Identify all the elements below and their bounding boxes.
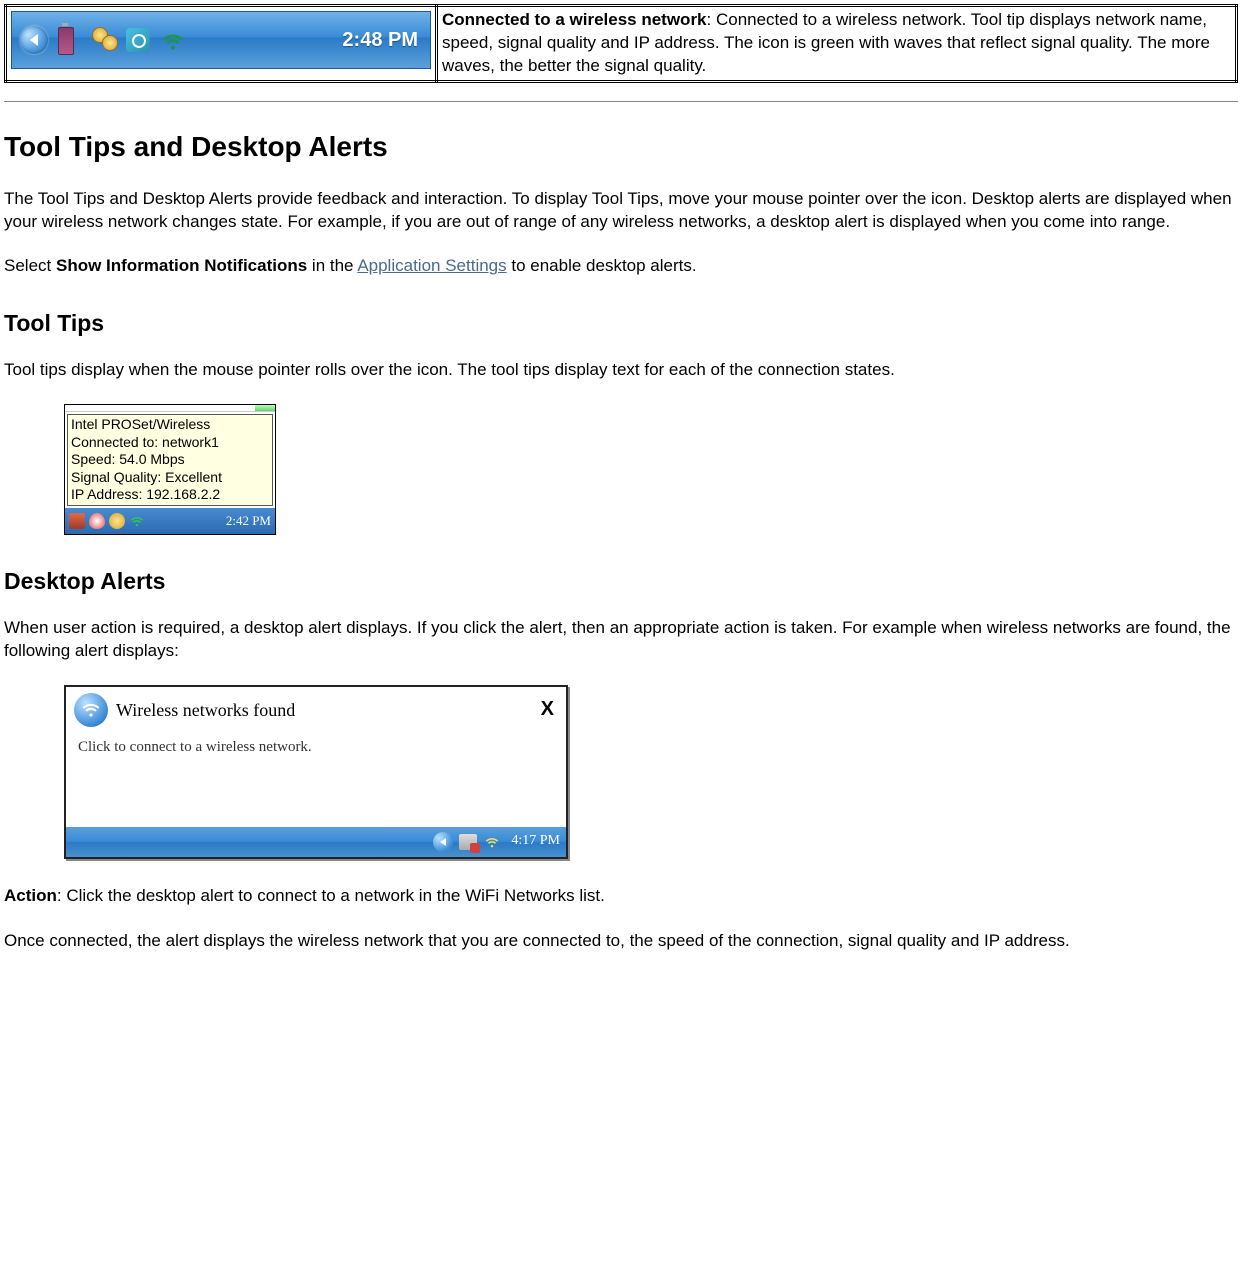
application-settings-link[interactable]: Application Settings [357,256,506,275]
shield-icon [89,513,105,529]
tray-icon-1 [69,513,85,529]
expand-arrow-icon [20,26,48,54]
action-label: Action [4,886,57,905]
tooltip-screenshot: Intel PROSet/Wireless Connected to: netw… [64,404,276,535]
tool-tips-paragraph: Tool tips display when the mouse pointer… [4,359,1238,382]
description-title: Connected to a wireless network [442,10,707,29]
alert-body[interactable]: Click to connect to a wireless network. [66,727,566,827]
tooltip-taskbar-clock: 2:42 PM [226,512,271,530]
tooltip-balloon: Intel PROSet/Wireless Connected to: netw… [67,414,273,506]
taskbar-connected: 2:48 PM [11,11,431,69]
wifi-tray-icon [129,513,145,529]
tooltip-line-4: Signal Quality: Excellent [71,469,269,487]
heading-tooltips-and-alerts: Tool Tips and Desktop Alerts [4,128,1238,166]
action-text: : Click the desktop alert to connect to … [57,886,605,905]
tooltip-line-5: IP Address: 192.168.2.2 [71,486,269,504]
desktop-alert-screenshot: Wireless networks found X Click to conne… [64,685,568,859]
tooltip-line-2: Connected to: network1 [71,434,269,452]
alert-title: Wireless networks found [116,698,295,722]
desktop-alerts-paragraph: When user action is required, a desktop … [4,617,1238,663]
alert-close-button[interactable]: X [541,696,554,723]
heading-desktop-alerts: Desktop Alerts [4,566,1238,597]
alert-taskbar-clock: 4:17 PM [511,832,560,851]
expand-arrow-icon [433,832,453,852]
wifi-tray-icon [483,834,501,850]
alert-taskbar: 4:17 PM [66,827,566,857]
battery-icon [58,25,84,55]
wifi-alert-icon [74,693,108,727]
network-globe-icon [126,25,152,55]
heading-tool-tips: Tool Tips [4,308,1238,339]
wifi-signal-icon [160,28,186,54]
network-disconnected-icon [459,834,477,850]
tray-icon-3 [109,513,125,529]
icon-description-table: 2:48 PM Connected to a wireless network:… [4,4,1238,83]
intro-paragraph: The Tool Tips and Desktop Alerts provide… [4,188,1238,234]
keys-icon [92,25,118,55]
final-paragraph: Once connected, the alert displays the w… [4,930,1238,953]
taskbar-clock: 2:48 PM [342,27,418,54]
tooltip-line-1: Intel PROSet/Wireless [71,416,269,434]
icon-description: Connected to a wireless network: Connect… [437,6,1237,82]
show-info-notifications-label: Show Information Notifications [56,256,307,275]
tooltip-line-3: Speed: 54.0 Mbps [71,451,269,469]
tooltip-taskbar: 2:42 PM [65,508,275,534]
section-divider [4,101,1238,102]
enable-paragraph: Select Show Information Notifications in… [4,255,1238,278]
action-paragraph: Action: Click the desktop alert to conne… [4,885,1238,908]
